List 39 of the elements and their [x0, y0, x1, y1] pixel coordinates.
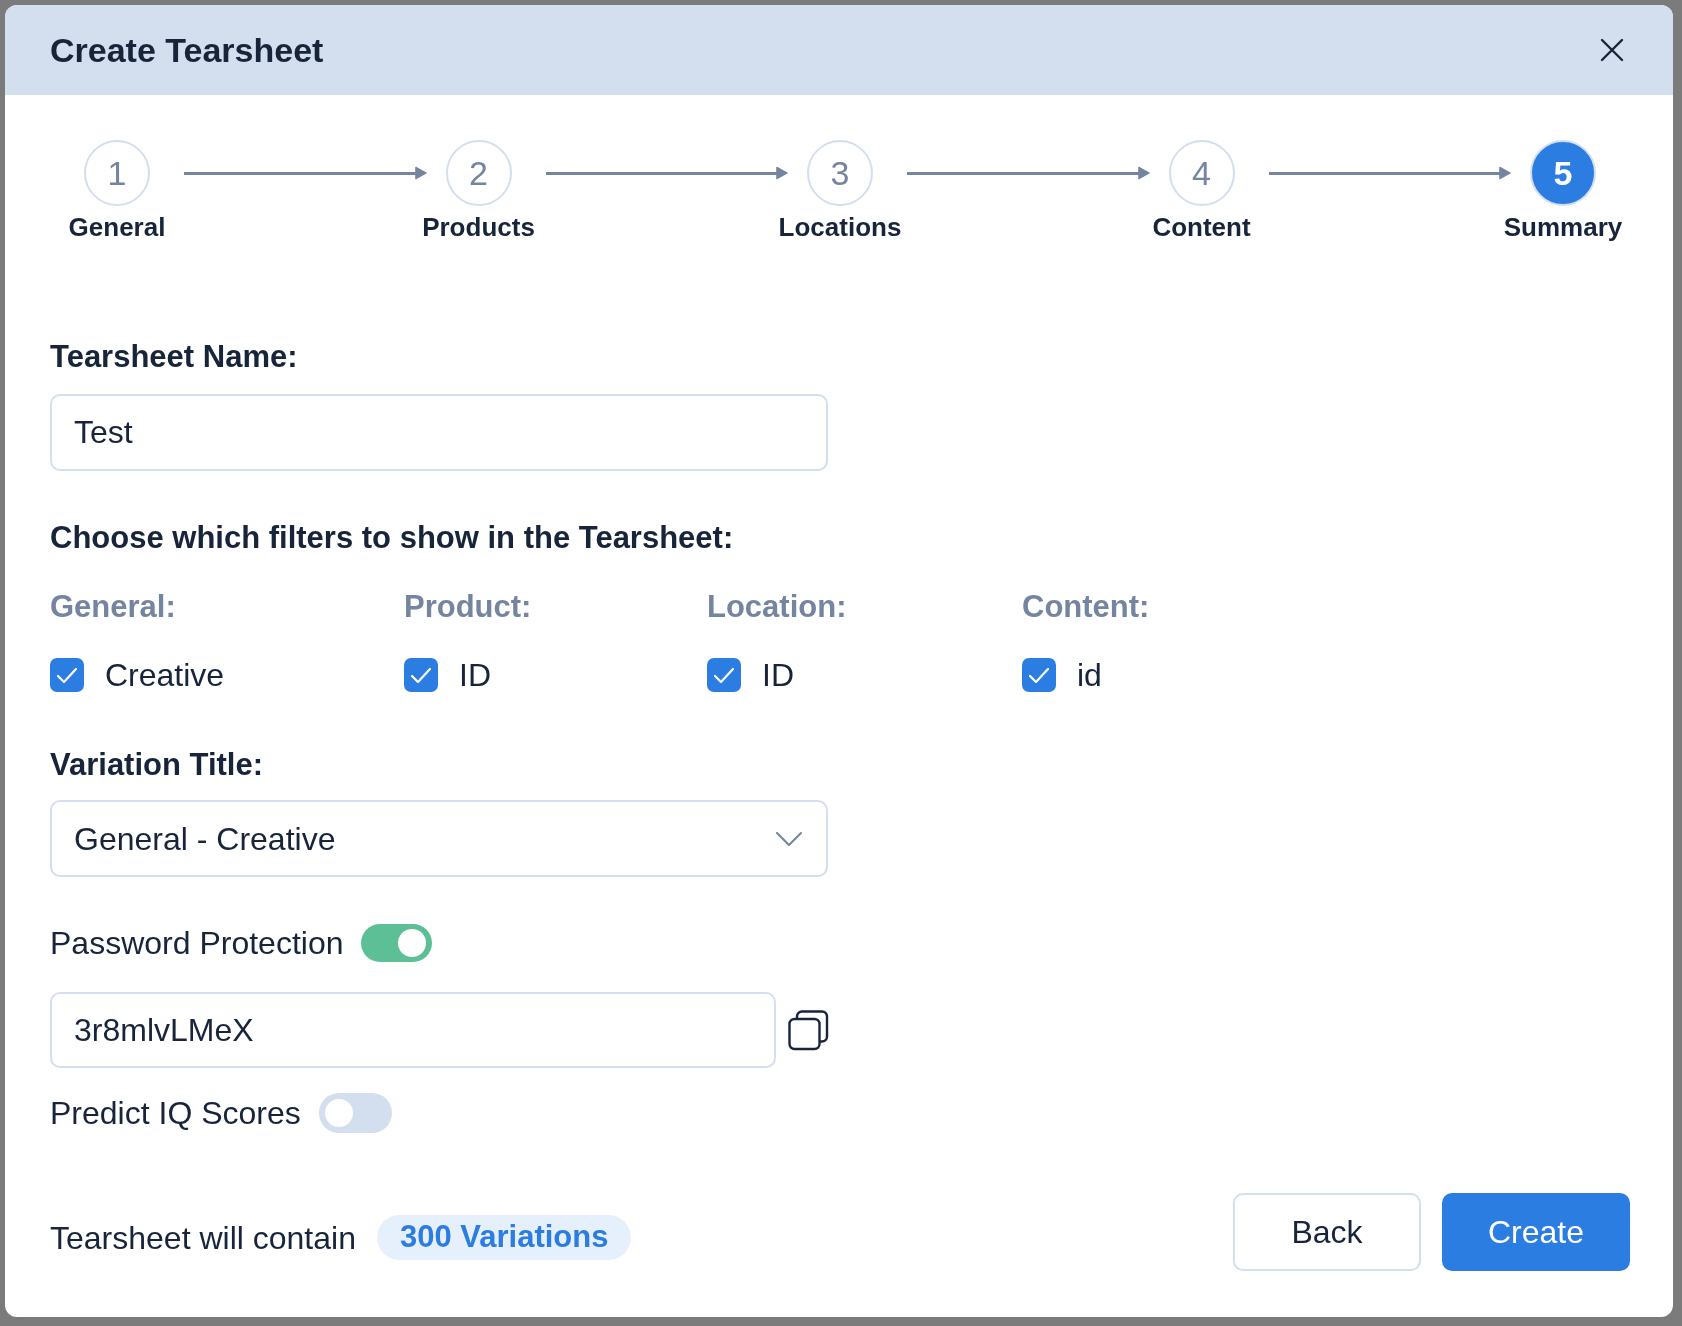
close-icon[interactable]: [1600, 38, 1624, 62]
group-heading: Content:: [1022, 588, 1150, 626]
summary-text: Tearsheet will contain: [50, 1218, 356, 1257]
password-field[interactable]: 3r8mlvLMeX: [50, 992, 776, 1068]
copy-icon[interactable]: [788, 1009, 829, 1051]
step-label: Summary: [1503, 212, 1623, 242]
step-label: General: [68, 212, 166, 242]
section-heading: Choose which filters to show in the Tearsheet:: [50, 519, 735, 557]
checkbox-label: id: [1077, 656, 1102, 694]
tick-icon: [1029, 667, 1049, 683]
toggle-label: Password Protection: [50, 924, 344, 962]
tick-icon: [714, 667, 734, 683]
checkbox[interactable]: [707, 658, 741, 692]
count-badge: 300 Variations: [376, 1215, 632, 1260]
group-heading: Product:: [404, 588, 532, 626]
step-label: Content: [1152, 212, 1251, 242]
checkbox-label: Creative: [105, 656, 225, 694]
checkbox-label: ID: [762, 656, 794, 694]
secondary-button[interactable]: Back: [1233, 1193, 1421, 1271]
chevron-down-icon: [776, 831, 802, 846]
checkbox[interactable]: [50, 658, 84, 692]
checkbox[interactable]: [404, 658, 438, 692]
checkbox-label: ID: [459, 656, 491, 694]
group-heading: General:: [50, 588, 176, 626]
group-heading: Location:: [707, 588, 847, 626]
tick-icon: [57, 667, 77, 683]
step-label: Products: [422, 212, 535, 242]
checkbox[interactable]: [1022, 658, 1056, 692]
toggle-switch[interactable]: [361, 924, 433, 962]
primary-button[interactable]: Create: [1442, 1193, 1630, 1271]
toggle-label: Predict IQ Scores: [50, 1094, 301, 1132]
tick-icon: [411, 667, 431, 683]
field-label: Tearsheet Name:: [50, 338, 299, 376]
text-field[interactable]: Test: [50, 394, 828, 471]
step-label: Locations: [778, 212, 902, 242]
dialog-title: Create Tearsheet: [50, 30, 324, 70]
dropdown[interactable]: General - Creative: [50, 800, 828, 877]
toggle-switch[interactable]: [318, 1093, 392, 1133]
field-label: Variation Title:: [50, 746, 265, 784]
